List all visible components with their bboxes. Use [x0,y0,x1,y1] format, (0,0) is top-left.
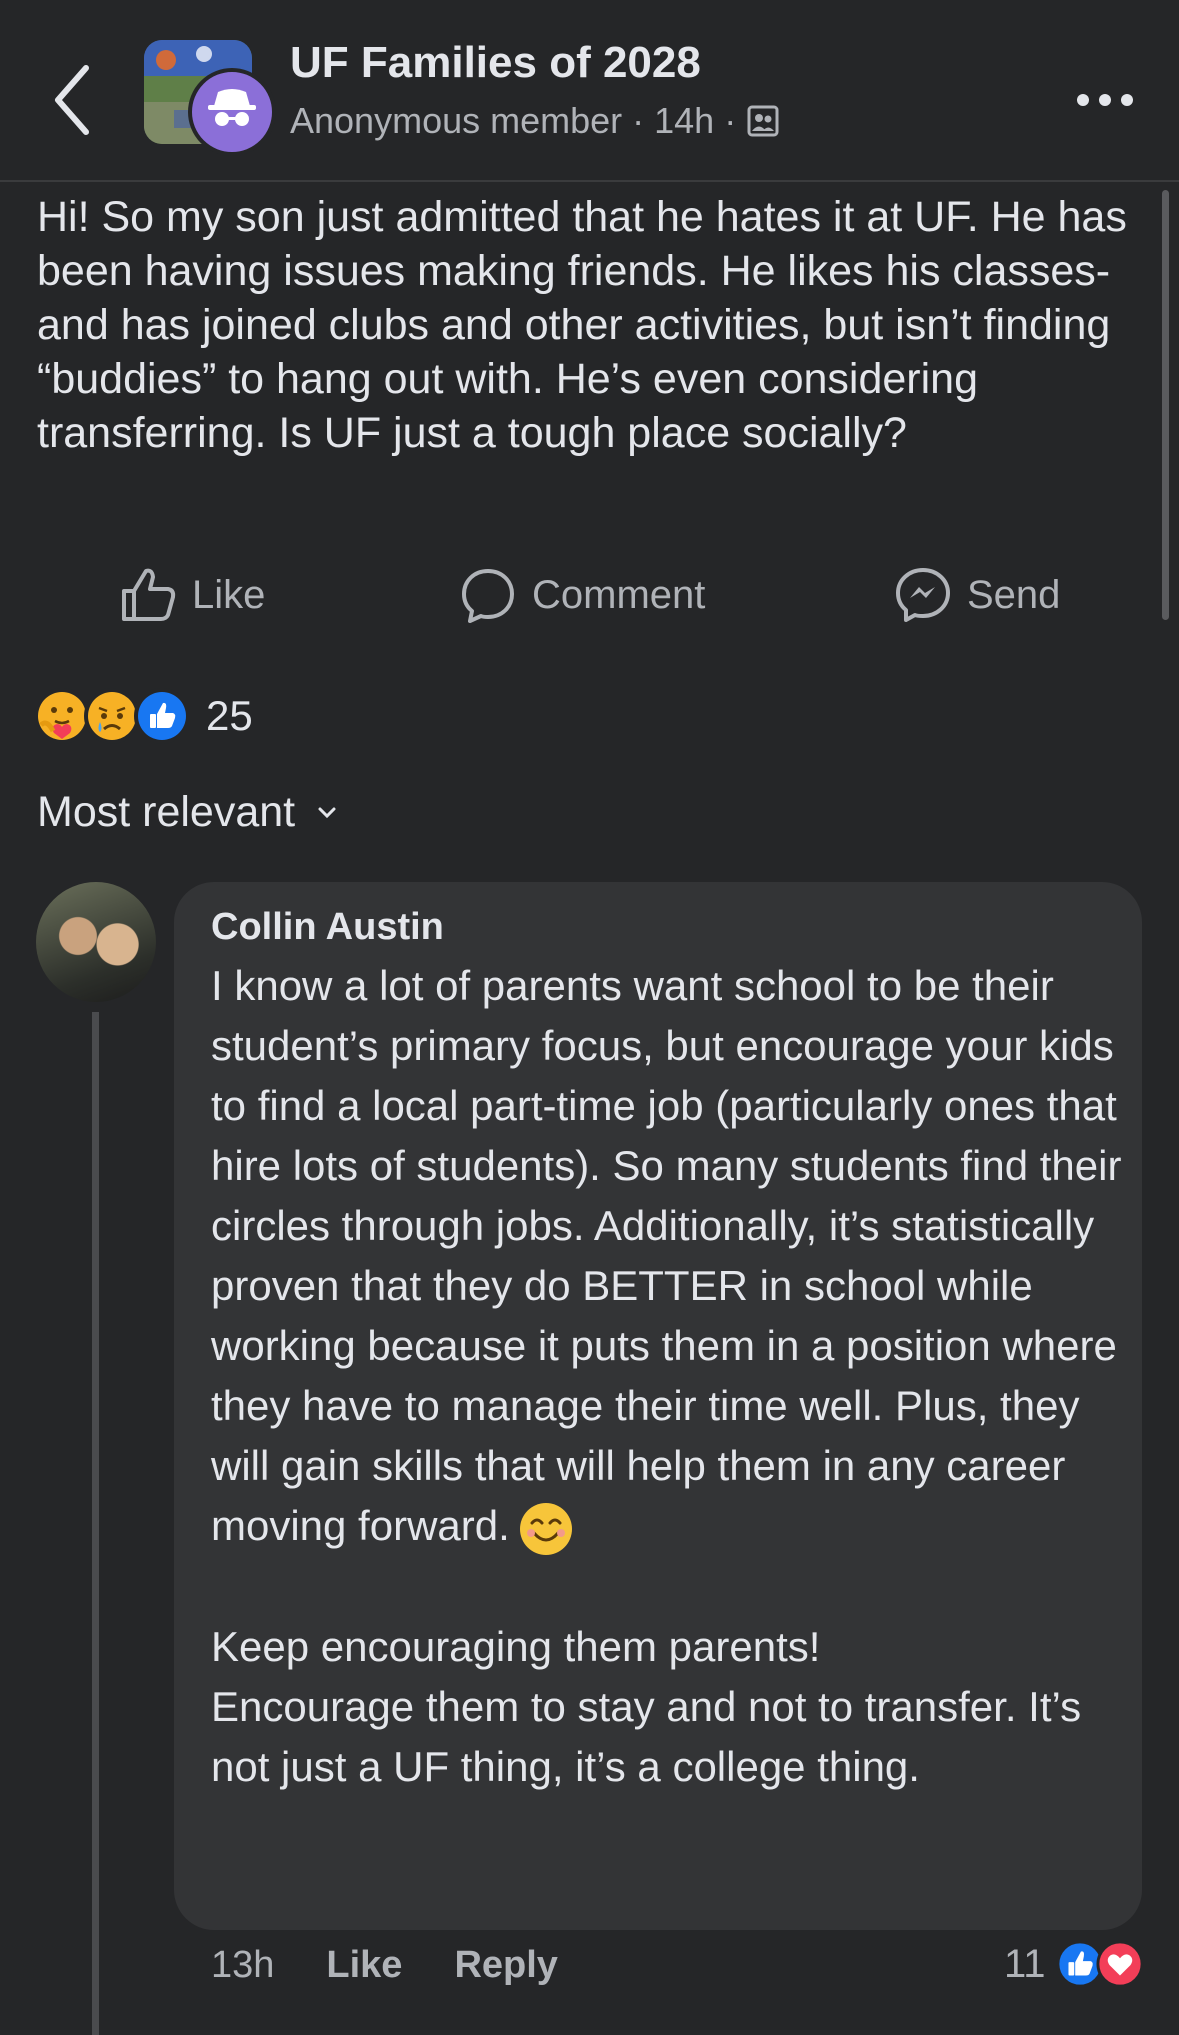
smiling-face-emoji-icon [519,1502,572,1555]
reaction-summary[interactable]: 25 [34,688,253,744]
meta-separator: · [724,100,737,141]
group-name[interactable]: UF Families of 2028 [290,38,701,88]
love-emoji-icon [1096,1940,1144,1988]
comment-label: Comment [532,572,706,617]
comment-time[interactable]: 13h [211,1944,274,1987]
like-label: Like [192,572,266,617]
thumbs-up-icon [122,568,176,621]
scrollbar[interactable] [1162,190,1169,620]
like-emoji-icon [134,688,190,744]
post-text: Hi! So my son just admitted that he hate… [37,193,1139,457]
comment-reaction-summary[interactable]: 11 [1004,1940,1144,1988]
comment-reply-button[interactable]: Reply [454,1944,557,1987]
like-button[interactable]: Like [118,560,265,630]
post-time[interactable]: 14h [654,100,714,142]
care-emoji-icon [34,688,90,744]
messenger-icon [896,568,950,622]
send-label: Send [967,572,1061,617]
comment-sort-dropdown[interactable]: Most relevant [37,788,337,837]
post-meta: Anonymous member · 14h · [290,100,780,142]
anonymous-member-icon [188,68,276,156]
comment-reaction-count: 11 [1004,1941,1046,1986]
chevron-down-icon [318,807,336,818]
send-button[interactable]: Send [893,560,1060,630]
comment-like-button[interactable]: Like [326,1944,402,1987]
comment-text: I know a lot of parents want school to b… [211,956,1131,1797]
comment-author[interactable]: Collin Austin [211,906,444,949]
comment-footer: 13h Like Reply [211,1944,610,1987]
meta-separator: · [632,100,645,141]
commenter-avatar[interactable] [36,882,156,1002]
sort-label: Most relevant [37,788,296,836]
post-author[interactable]: Anonymous member [290,100,622,142]
comment-text-main: I know a lot of parents want school to b… [211,962,1134,1549]
post-header: UF Families of 2028 Anonymous member · 1… [0,0,1179,182]
comment-text-tail: Keep encouraging them parents! Encourage… [211,1622,1082,1790]
comment-button[interactable]: Comment [458,560,705,630]
reaction-count: 25 [206,692,253,739]
more-dots-icon[interactable] [1075,82,1135,118]
sad-emoji-icon [84,688,140,744]
chevron-left-icon[interactable] [48,60,94,140]
thread-line [92,1012,99,2035]
group-members-icon [747,105,779,137]
comment-icon [462,569,514,623]
